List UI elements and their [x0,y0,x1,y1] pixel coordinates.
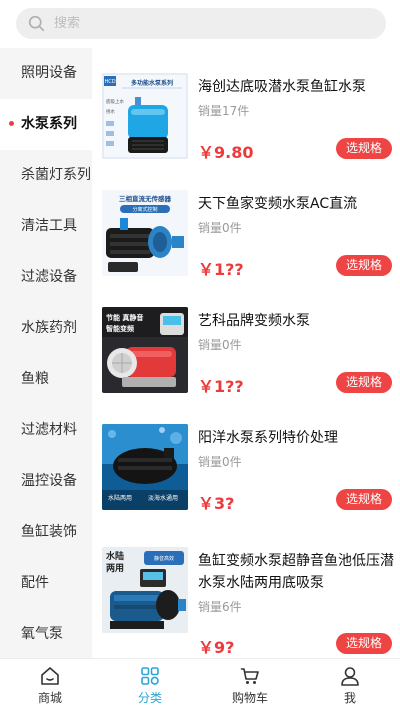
tab-label: 购物车 [231,691,268,705]
sidebar-item-label: 照明设备 [21,65,77,81]
select-spec-button[interactable]: 选规格 [336,633,392,654]
sidebar-item-label: 温控设备 [21,473,77,489]
product-image[interactable]: 节能 真静音 智能变频 [102,307,188,393]
image-caption: 水陆两用 [108,494,132,502]
home-icon [41,667,59,685]
image-badge: 静音高效 [154,555,174,562]
cart-icon [240,668,259,684]
product-name: 阳洋水泵系列特价处理 [198,430,338,446]
product-sales: 销量0件 [198,455,242,469]
search-icon [28,15,45,32]
pump-image-1: HCD 多功能水泵系列 底吸上水 拐水 [102,73,188,159]
pump-image-2: 三相直流无传感器 分离式控制 [102,190,188,276]
product-name: 天下鱼家变频水泵AC直流 [198,196,358,212]
sidebar-item-aquarium-meds[interactable]: 水族药剂 [0,303,92,354]
product-image[interactable]: 水陆两用 淡海水通用 [102,424,188,510]
product-name: 艺科品牌变频水泵 [198,313,310,329]
product-item[interactable]: 水陆两用 淡海水通用 阳洋水泵系列特价处理 销量0件 ￥3? 选规格 [92,399,400,516]
select-spec-button[interactable]: 选规格 [336,255,392,276]
sidebar-item-label: 鱼粮 [21,371,49,387]
image-side-caption: 拐水 [106,108,115,115]
sidebar-item-uv-lamps[interactable]: 杀菌灯系列 [0,150,92,201]
sidebar-item-temperature[interactable]: 温控设备 [0,456,92,507]
select-spec-button[interactable]: 选规格 [336,489,392,510]
product-sales: 销量0件 [198,221,242,235]
product-item[interactable]: HCD 多功能水泵系列 底吸上水 拐水 海创达底吸潜水泵鱼缸水泵 销量17件 ￥… [92,48,400,165]
sidebar-item-decor[interactable]: 鱼缸装饰 [0,507,92,558]
tab-cart[interactable]: 购物车 [200,659,300,711]
tab-me[interactable]: 我 [300,659,400,711]
product-price: ￥1?? [198,260,244,279]
product-name: 海创达底吸潜水泵鱼缸水泵 [198,79,366,95]
product-image[interactable]: HCD 多功能水泵系列 底吸上水 拐水 [102,73,188,159]
sidebar-item-label: 过滤设备 [21,269,77,285]
product-image[interactable]: 水陆 两用 静音高效 [102,547,188,633]
tab-label: 分类 [137,691,162,705]
tab-mall[interactable]: 商城 [0,659,100,711]
sidebar-item-label: 配件 [21,575,49,591]
tab-label: 我 [343,691,356,705]
image-side-caption: 底吸上水 [106,98,124,105]
category-icon [141,667,159,685]
category-sidebar: 照明设备 水泵系列 杀菌灯系列 清洁工具 过滤设备 水族药剂 鱼粮 过滤材料 温… [0,48,92,658]
product-price: ￥9.80 [198,143,254,162]
sidebar-item-label: 过滤材料 [21,422,77,438]
sidebar-item-accessories[interactable]: 配件 [0,558,92,609]
sidebar-item-label: 鱼缸装饰 [21,524,77,540]
image-caption: 智能变频 [106,324,134,333]
product-price: ￥9? [198,638,235,657]
user-icon [341,667,359,686]
search-input[interactable]: 搜索 [16,8,386,39]
sidebar-item-filters[interactable]: 过滤设备 [0,252,92,303]
sidebar-item-label: 水族药剂 [21,320,77,336]
product-price: ￥1?? [198,377,244,396]
tab-category[interactable]: 分类 [100,659,200,711]
bottom-tab-bar: 商城 分类 购物车 我 [0,658,400,711]
product-image[interactable]: 三相直流无传感器 分离式控制 [102,190,188,276]
tab-label: 商城 [37,691,62,705]
sidebar-item-label: 水泵系列 [21,116,77,132]
product-price: ￥3? [198,494,235,513]
sidebar-item-air-pumps[interactable]: 氧气泵 [0,609,92,658]
search-placeholder: 搜索 [54,16,81,31]
image-caption: 节能 真静音 [106,313,143,322]
sidebar-item-filter-media[interactable]: 过滤材料 [0,405,92,456]
select-spec-button[interactable]: 选规格 [336,372,392,393]
image-caption: 多功能水泵系列 [131,79,173,87]
product-name: 鱼缸变频水泵超静音鱼池低压潜水泵水陆两用底吸泵 [198,553,394,591]
product-item[interactable]: 节能 真静音 智能变频 艺科品牌变频水泵 销量0件 ￥1?? 选规格 [92,282,400,399]
pump-image-5: 水陆 两用 静音高效 [102,547,188,633]
product-sales: 销量17件 [198,104,250,118]
image-caption: 分离式控制 [132,206,157,213]
image-caption: 淡海水通用 [148,494,178,502]
sidebar-item-label: 氧气泵 [21,626,63,642]
sidebar-item-label: 清洁工具 [21,218,77,234]
sidebar-item-label: 杀菌灯系列 [21,167,91,183]
product-sales: 销量6件 [198,600,242,614]
product-item[interactable]: 水陆 两用 静音高效 鱼缸变频水泵超静音鱼池低压潜水泵水陆两用底吸泵 销量6件 … [92,522,400,658]
pump-image-4: 水陆两用 淡海水通用 [102,424,188,510]
product-sales: 销量0件 [198,338,242,352]
image-caption: 三相直流无传感器 [119,194,172,203]
product-item[interactable]: 三相直流无传感器 分离式控制 天下鱼家变频水泵AC直流 销量0件 ￥1?? 选规 [92,165,400,282]
pump-image-3: 节能 真静音 智能变频 [102,307,188,393]
sidebar-item-cleaning-tools[interactable]: 清洁工具 [0,201,92,252]
active-indicator-dot [9,121,14,126]
select-spec-button[interactable]: 选规格 [336,138,392,159]
image-caption: 水陆 [106,550,124,562]
brand-text: HCD [104,79,115,85]
sidebar-item-fish-food[interactable]: 鱼粮 [0,354,92,405]
search-bar-area: 搜索 [0,0,400,48]
sidebar-item-pumps[interactable]: 水泵系列 [0,99,92,150]
image-caption: 两用 [106,563,124,574]
sidebar-item-lighting[interactable]: 照明设备 [0,48,92,99]
product-list: HCD 多功能水泵系列 底吸上水 拐水 海创达底吸潜水泵鱼缸水泵 销量17件 ￥… [92,48,400,658]
category-page: 搜索 照明设备 水泵系列 杀菌灯系列 清洁工具 过滤设备 水族药剂 鱼粮 过滤材… [0,0,400,711]
